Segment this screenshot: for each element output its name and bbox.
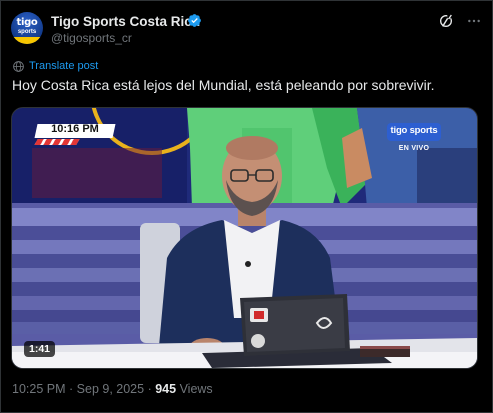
meta-separator-1: · (69, 382, 74, 396)
avatar-logo-subtext: sports (17, 29, 37, 35)
scorebug-time: 10:16 PM (51, 123, 99, 135)
translate-post-link[interactable]: Translate post (12, 58, 98, 74)
post-date[interactable]: Sep 9, 2025 (77, 382, 144, 396)
grok-icon[interactable] (438, 13, 454, 29)
more-options-icon[interactable] (466, 13, 482, 29)
live-label: EN VIVO (398, 145, 430, 152)
avatar[interactable]: tigo sports (11, 12, 43, 44)
views-count[interactable]: 945 (155, 382, 176, 396)
meta-separator-2: · (147, 382, 152, 396)
translate-post-label[interactable]: Translate post (29, 60, 98, 72)
author-handle[interactable]: @tigosports_cr (51, 31, 132, 45)
avatar-logo-text: tigo (16, 17, 38, 28)
video-duration-badge: 1:41 (24, 341, 56, 357)
tweet-text: Hoy Costa Rica está lejos del Mundial, e… (12, 77, 435, 93)
avatar-band (11, 37, 43, 44)
scorebug-stripes (34, 139, 80, 145)
post-metadata: 10:25 PM · Sep 9, 2025 · 945 Views (12, 382, 213, 396)
channel-logo-text: tigo sports (390, 125, 438, 136)
views-label: Views (179, 382, 213, 396)
post-time[interactable]: 10:25 PM (12, 382, 66, 396)
video-player[interactable]: 10:16 PM tigo sports EN VIVO 1:41 (11, 107, 478, 369)
tweet-card[interactable]: tigo sports Tigo Sports Costa Rica @tigo… (0, 0, 493, 413)
verified-badge-icon (188, 14, 201, 27)
globe-icon (13, 60, 24, 72)
author-display-name[interactable]: Tigo Sports Costa Rica (51, 14, 199, 29)
